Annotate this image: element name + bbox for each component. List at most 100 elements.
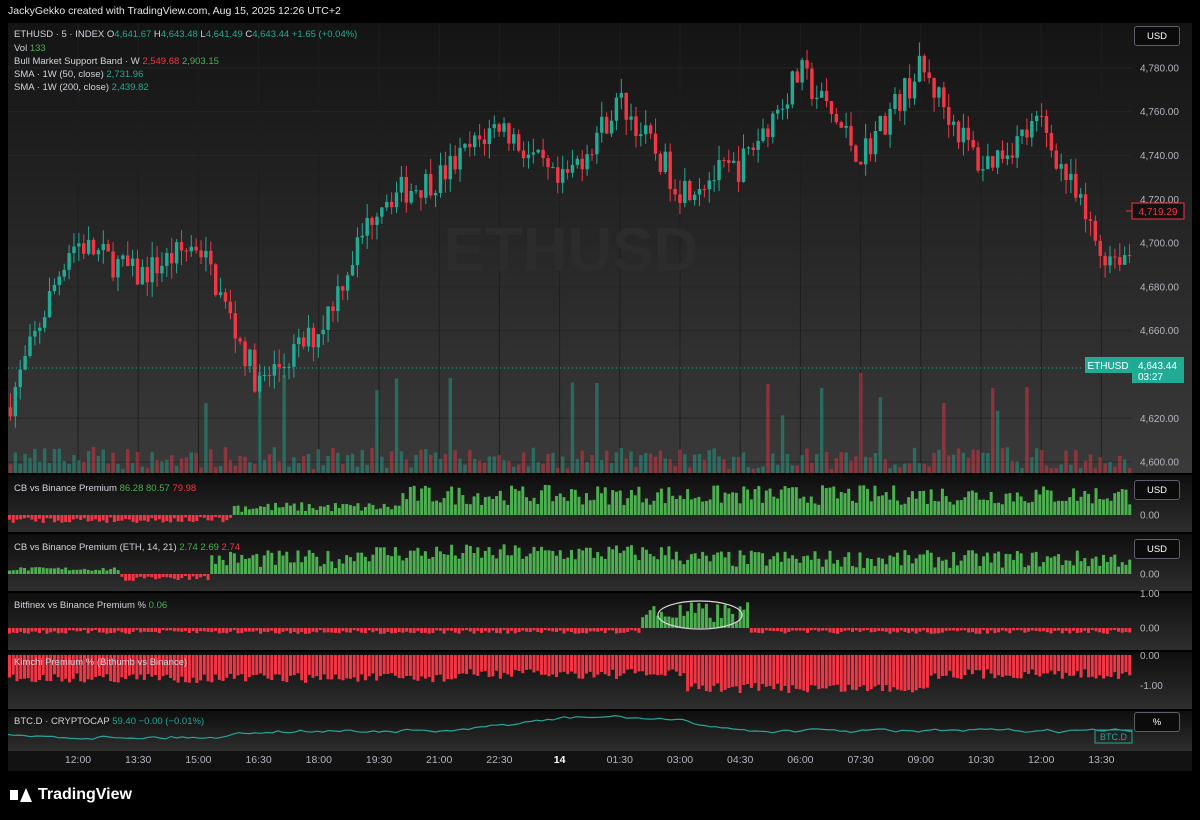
volume-bar <box>810 462 814 473</box>
candle-body <box>863 138 868 165</box>
histogram-bar <box>82 628 86 631</box>
histogram-bar <box>311 508 315 515</box>
histogram-bar <box>356 655 360 682</box>
bitfinex-label: Bitfinex vs Binance Premium % <box>14 600 146 611</box>
candle-body <box>800 60 804 83</box>
credit-text: JackyGekko created with TradingView.com,… <box>8 5 341 17</box>
time-label: 06:00 <box>787 754 813 766</box>
histogram-bar <box>401 560 405 574</box>
histogram-bar <box>214 563 218 574</box>
histogram-bar <box>895 655 899 690</box>
histogram-bar <box>274 628 278 634</box>
candle-body <box>174 242 179 264</box>
histogram-bar <box>1053 628 1057 631</box>
volume-bar <box>77 460 81 473</box>
candle-body <box>18 369 22 388</box>
volume-bar <box>394 378 399 473</box>
histogram-bar <box>1124 489 1128 515</box>
candle-body <box>1074 173 1078 198</box>
candle-body <box>243 341 247 367</box>
histogram-bar <box>255 655 259 675</box>
histogram-bar <box>326 504 330 515</box>
cb-premium-currency-button[interactable]: USD <box>1134 480 1180 500</box>
histogram-bar <box>701 655 705 686</box>
volume-bar <box>399 451 404 473</box>
histogram-bar <box>1075 550 1079 574</box>
histogram-bar <box>438 502 442 515</box>
histogram-bar <box>910 655 914 693</box>
volume-bar <box>140 466 145 473</box>
histogram-bar <box>363 507 367 515</box>
candle-body <box>702 189 707 191</box>
candle-body <box>355 237 360 266</box>
chart-area[interactable]: ETHUSD 4,780.00 4,760.00 4,740.00 4,720.00 4… <box>7 23 1192 771</box>
histogram-bar <box>678 604 682 628</box>
histogram-bar <box>629 545 633 574</box>
candle-body <box>859 161 863 165</box>
close-value: 4,643.44 <box>252 29 290 40</box>
vol-legend[interactable]: Vol 133 <box>14 43 46 54</box>
histogram-bar <box>289 505 292 515</box>
histogram-bar <box>937 628 941 634</box>
histogram-bar <box>757 655 761 691</box>
btcd-unit-button[interactable]: % <box>1134 712 1180 732</box>
histogram-bar <box>776 655 780 684</box>
histogram-bar <box>719 502 723 515</box>
histogram-bar <box>1109 500 1113 515</box>
histogram-bar <box>753 655 757 684</box>
histogram-bar <box>614 655 618 679</box>
volume-bar <box>165 459 169 473</box>
volume-bar <box>917 463 922 473</box>
histogram-bar <box>495 628 499 634</box>
histogram-bar <box>1090 628 1094 631</box>
volume-bar <box>741 452 746 473</box>
histogram-bar <box>34 567 38 574</box>
volume-bar <box>316 449 321 473</box>
histogram-bar <box>90 628 94 631</box>
histogram-bar <box>1045 655 1049 674</box>
kimchi-legend[interactable]: Kimchi Premium % (Bithumb vs Binance) <box>14 657 187 668</box>
volume-bar <box>697 454 702 473</box>
histogram-bar <box>97 628 101 633</box>
histogram-bar <box>536 551 540 574</box>
histogram-bar <box>637 486 641 515</box>
histogram-bar <box>532 497 536 515</box>
histogram-bar <box>764 565 768 574</box>
symbol-name[interactable]: ETHUSD · 5 · INDEX <box>14 29 104 40</box>
histogram-bar <box>555 555 559 574</box>
bitfinex-legend[interactable]: Bitfinex vs Binance Premium % 0.06 <box>14 600 167 611</box>
sma50-legend[interactable]: SMA · 1W (50, close) 2,731.96 <box>14 69 143 80</box>
histogram-bar <box>944 655 948 676</box>
currency-button[interactable]: USD <box>1134 26 1180 46</box>
histogram-bar <box>1049 628 1053 634</box>
candle-body <box>639 134 643 137</box>
cb-eth-legend[interactable]: CB vs Binance Premium (ETH, 14, 21) 2.74… <box>14 542 240 553</box>
volume-bar <box>707 450 711 473</box>
histogram-bar <box>330 655 334 680</box>
histogram-bar <box>292 562 296 574</box>
histogram-bar <box>832 655 836 686</box>
histogram-bar <box>1079 496 1083 515</box>
histogram-bar <box>877 557 881 574</box>
cb-premium-legend[interactable]: CB vs Binance Premium 86.28 80.57 79.98 <box>14 483 196 494</box>
histogram-bar <box>187 515 191 522</box>
bull-band-legend[interactable]: Bull Market Support Band · W 2,549.68 2,… <box>14 56 219 67</box>
histogram-bar <box>914 628 918 634</box>
histogram-bar <box>712 485 716 515</box>
histogram-bar <box>978 655 982 671</box>
candle-body <box>741 148 746 182</box>
histogram-bar <box>607 504 611 515</box>
candle-body <box>497 124 501 132</box>
btcd-legend[interactable]: BTC.D · CRYPTOCAP 59.40 −0.00 (−0.01%) <box>14 716 204 727</box>
volume-bar <box>746 467 751 473</box>
cb-eth-currency-button[interactable]: USD <box>1134 539 1180 559</box>
histogram-bar <box>1008 628 1012 634</box>
time-label: 12:00 <box>1028 754 1054 766</box>
sma200-legend[interactable]: SMA · 1W (200, close) 2,439.82 <box>14 82 149 93</box>
histogram-bar <box>873 628 877 632</box>
volume-bar <box>82 461 86 473</box>
candle-body <box>560 169 565 183</box>
symbol-legend[interactable]: ETHUSD · 5 · INDEX O4,641.67 H4,643.48 L… <box>14 29 357 40</box>
candle-body <box>893 94 897 109</box>
histogram-bar <box>641 655 645 672</box>
